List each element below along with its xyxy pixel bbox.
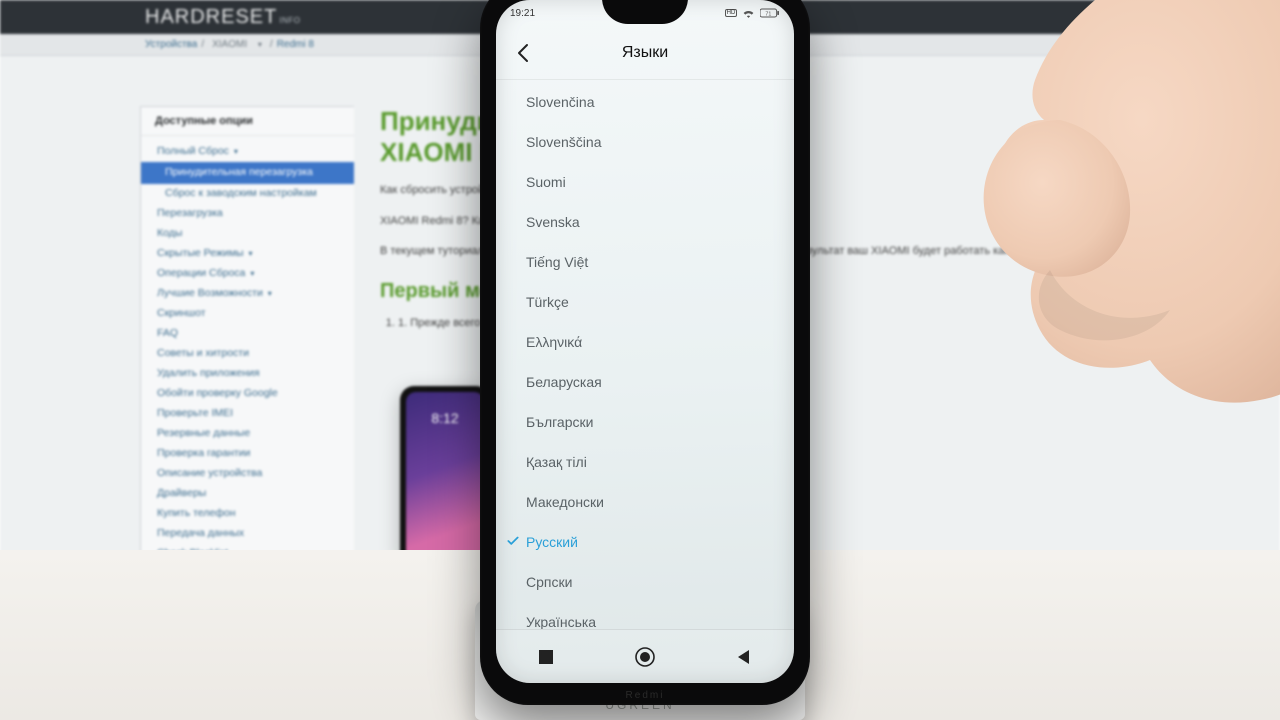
- language-label: Slovenščina: [526, 134, 602, 150]
- sidebar-item[interactable]: Скриншот: [141, 304, 354, 324]
- language-label: Беларуская: [526, 374, 602, 390]
- sidebar-item[interactable]: Советы и хитрости: [141, 344, 354, 364]
- language-item[interactable]: Български: [496, 402, 794, 442]
- nav-recents-button[interactable]: [524, 635, 568, 679]
- language-label: Қазақ тілі: [526, 454, 587, 470]
- phone-brand: Redmi: [480, 690, 810, 701]
- language-item[interactable]: Русский: [496, 522, 794, 562]
- language-label: Türkçe: [526, 294, 569, 310]
- back-button[interactable]: [512, 41, 536, 65]
- language-label: Svenska: [526, 214, 580, 230]
- status-time: 19:21: [510, 8, 535, 19]
- sidebar-title: Доступные опции: [141, 107, 354, 136]
- nav-home-button[interactable]: [623, 635, 667, 679]
- status-bar: 19:21 HD 71: [496, 0, 794, 26]
- sidebar-item[interactable]: Купить телефон: [141, 504, 354, 524]
- sidebar-item[interactable]: Принудительная перезагрузка: [141, 162, 354, 184]
- sidebar-item[interactable]: Обойти проверку Google: [141, 384, 354, 404]
- language-item[interactable]: Қазақ тілі: [496, 442, 794, 482]
- sidebar-item[interactable]: FAQ: [141, 324, 354, 344]
- language-label: Српски: [526, 574, 572, 590]
- sidebar-item[interactable]: Драйверы: [141, 484, 354, 504]
- battery-icon: 71: [760, 8, 780, 18]
- wifi-icon: [742, 8, 755, 18]
- language-list[interactable]: Slovenčina Slovenščina Suomi Svenska Tiếng V…: [496, 80, 794, 629]
- language-label: Македонски: [526, 494, 604, 510]
- site-logo: HARDRESETINFO: [145, 6, 300, 29]
- language-item[interactable]: Ελληνικά: [496, 322, 794, 362]
- svg-text:71: 71: [765, 11, 771, 17]
- checkmark-icon: [506, 534, 522, 551]
- breadcrumb-root[interactable]: Устройства: [145, 39, 197, 50]
- language-item[interactable]: Беларуская: [496, 362, 794, 402]
- chevron-down-icon: ▾: [268, 289, 272, 298]
- language-item[interactable]: Українська: [496, 602, 794, 629]
- sidebar-item[interactable]: Резервные данные: [141, 424, 354, 444]
- sidebar-item[interactable]: Удалить приложения: [141, 364, 354, 384]
- sidebar-item[interactable]: Передача данных: [141, 524, 354, 544]
- sidebar-item[interactable]: Лучшие Возможности ▾: [141, 284, 354, 304]
- chevron-down-icon: ▾: [234, 147, 238, 156]
- language-label: Tiếng Việt: [526, 254, 588, 270]
- nav-bar: [496, 629, 794, 683]
- breadcrumb-brand[interactable]: XIAOMI ▾: [208, 39, 266, 50]
- chevron-down-icon: ▾: [249, 249, 253, 258]
- hd-icon: HD: [725, 9, 737, 17]
- sidebar-item[interactable]: Операции Сброса ▾: [141, 264, 354, 284]
- chevron-down-icon: ▾: [250, 269, 254, 278]
- sidebar-item[interactable]: Проверка гарантии: [141, 444, 354, 464]
- language-label: Русский: [526, 534, 578, 550]
- breadcrumb-model[interactable]: Redmi 8: [277, 39, 314, 50]
- article-phone-image: 8:12: [400, 386, 490, 566]
- language-label: Ελληνικά: [526, 334, 582, 350]
- language-item[interactable]: Türkçe: [496, 282, 794, 322]
- page-title: Языки: [622, 44, 668, 62]
- sidebar: Доступные опции Полный Сброс ▾Принудител…: [140, 106, 354, 595]
- phone-screen[interactable]: 19:21 HD 71 Языки SlovenčinaSlovenščinaS…: [496, 0, 794, 683]
- sidebar-item[interactable]: Коды: [141, 224, 354, 244]
- language-label: Български: [526, 414, 593, 430]
- sidebar-item[interactable]: Описание устройства: [141, 464, 354, 484]
- sidebar-item[interactable]: Полный Сброс ▾: [141, 142, 354, 162]
- language-item[interactable]: Српски: [496, 562, 794, 602]
- sidebar-item[interactable]: Сброс к заводским настройкам: [141, 184, 354, 204]
- language-label: Українська: [526, 614, 596, 629]
- language-label: Slovenčina: [526, 94, 595, 110]
- language-label: Suomi: [526, 174, 566, 190]
- language-item[interactable]: Tiếng Việt: [496, 242, 794, 282]
- sidebar-item[interactable]: Скрытые Режимы ▾: [141, 244, 354, 264]
- nav-back-button[interactable]: [722, 635, 766, 679]
- language-item[interactable]: Македонски: [496, 482, 794, 522]
- physical-phone: 19:21 HD 71 Языки SlovenčinaSlovenščinaS…: [480, 0, 810, 705]
- language-item[interactable]: Slovenčina: [496, 82, 794, 122]
- sidebar-item[interactable]: Перезагрузка: [141, 204, 354, 224]
- language-item[interactable]: Suomi: [496, 162, 794, 202]
- app-header: Языки: [496, 26, 794, 80]
- language-item[interactable]: Svenska: [496, 202, 794, 242]
- sidebar-item[interactable]: Проверьте IMEI: [141, 404, 354, 424]
- language-item[interactable]: Slovenščina: [496, 122, 794, 162]
